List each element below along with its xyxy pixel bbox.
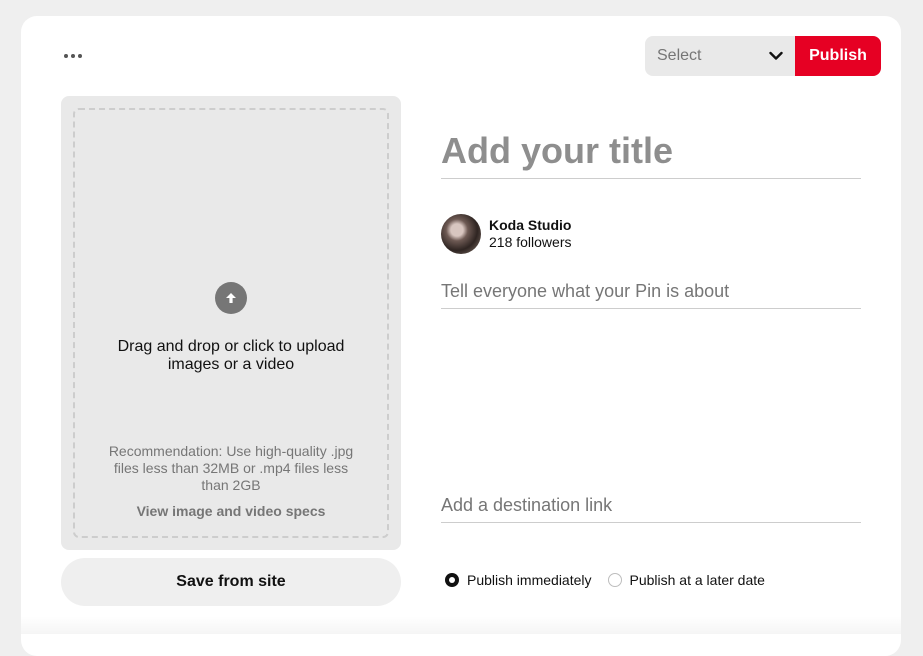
radio-checked-icon[interactable] <box>445 573 459 587</box>
upload-instructions: Drag and drop or click to upload images … <box>117 338 345 373</box>
avatar <box>441 214 481 254</box>
description-field <box>441 278 861 309</box>
board-select-value: Select <box>657 47 702 64</box>
chevron-down-icon <box>769 51 783 60</box>
arrow-up-circle-icon <box>215 282 247 314</box>
destination-link-field <box>441 492 861 523</box>
view-specs-link[interactable]: View image and video specs <box>75 503 387 519</box>
pin-builder-card: Select Publish Drag and drop or click to… <box>21 16 901 656</box>
publish-timing-options: Publish immediately Publish at a later d… <box>445 572 765 588</box>
title-field <box>441 128 861 179</box>
save-from-site-button[interactable]: Save from site <box>61 558 401 606</box>
radio-unchecked-icon[interactable] <box>607 573 622 587</box>
profile-followers: 218 followers <box>489 234 572 250</box>
board-select[interactable]: Select <box>645 36 795 76</box>
footer-shadow <box>21 616 901 634</box>
title-input[interactable] <box>441 128 861 174</box>
profile-info: Koda Studio 218 followers <box>441 214 572 254</box>
upload-recommendation: Recommendation: Use high-quality .jpg fi… <box>108 443 354 493</box>
description-input[interactable] <box>441 278 861 304</box>
ellipsis-icon <box>64 54 68 58</box>
more-options-button[interactable] <box>61 46 85 66</box>
publish-immediately-option[interactable]: Publish immediately <box>445 572 592 588</box>
destination-link-input[interactable] <box>441 492 861 518</box>
upload-panel: Drag and drop or click to upload images … <box>61 96 401 550</box>
publish-immediately-label: Publish immediately <box>467 572 592 588</box>
publish-later-option[interactable]: Publish at a later date <box>607 572 765 588</box>
upload-dropzone[interactable]: Drag and drop or click to upload images … <box>73 108 389 538</box>
publish-later-label: Publish at a later date <box>629 572 765 588</box>
profile-name: Koda Studio <box>489 217 572 233</box>
publish-button[interactable]: Publish <box>795 36 881 76</box>
